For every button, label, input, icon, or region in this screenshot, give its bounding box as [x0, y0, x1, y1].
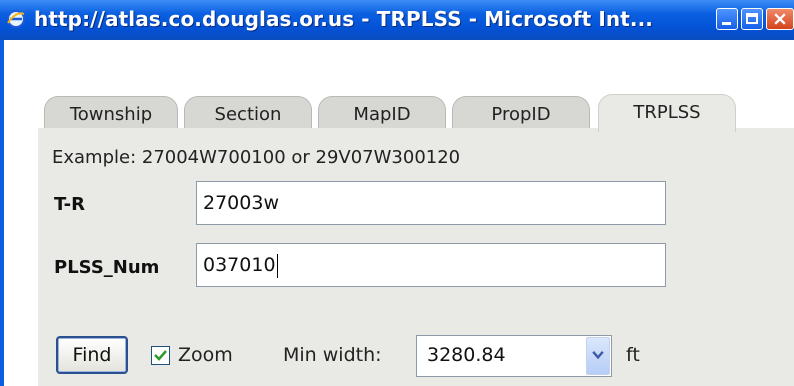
find-button[interactable]: Find [56, 336, 128, 374]
min-width-label: Min width: [283, 344, 382, 366]
unit-label: ft [626, 344, 640, 366]
maximize-icon [746, 13, 758, 24]
min-width-value: 3280.84 [427, 344, 506, 366]
close-icon [774, 13, 786, 25]
title-bar[interactable]: http://atlas.co.douglas.or.us - TRPLSS -… [0, 0, 794, 40]
close-button[interactable] [766, 8, 794, 30]
plss-num-input-value: 037010 [203, 254, 276, 276]
minimize-icon [722, 22, 731, 25]
text-caret [276, 253, 278, 278]
plss-num-input[interactable]: 037010 [196, 243, 666, 287]
tr-input[interactable]: 27003w [196, 181, 666, 225]
tr-input-value: 27003w [203, 192, 279, 214]
checkmark-icon [154, 350, 167, 361]
maximize-button[interactable] [741, 8, 763, 30]
tab-trplss[interactable]: TRPLSS [598, 94, 736, 132]
tr-label: T-R [54, 194, 85, 215]
chevron-down-icon [592, 351, 604, 360]
zoom-label: Zoom [178, 344, 233, 366]
minimize-button[interactable] [716, 8, 738, 30]
tab-section[interactable]: Section [184, 96, 312, 132]
plss-num-label: PLSS_Num [54, 257, 160, 278]
tab-township[interactable]: Township [44, 96, 178, 132]
tab-mapid[interactable]: MapID [318, 96, 446, 132]
zoom-checkbox[interactable] [151, 346, 170, 365]
tab-propid[interactable]: PropID [452, 96, 590, 132]
dropdown-arrow-button[interactable] [586, 337, 610, 375]
min-width-select[interactable]: 3280.84 [416, 335, 612, 377]
window-title: http://atlas.co.douglas.or.us - TRPLSS -… [34, 7, 653, 31]
example-text: Example: 27004W700100 or 29V07W300120 [52, 147, 461, 168]
internet-explorer-icon [7, 10, 25, 28]
